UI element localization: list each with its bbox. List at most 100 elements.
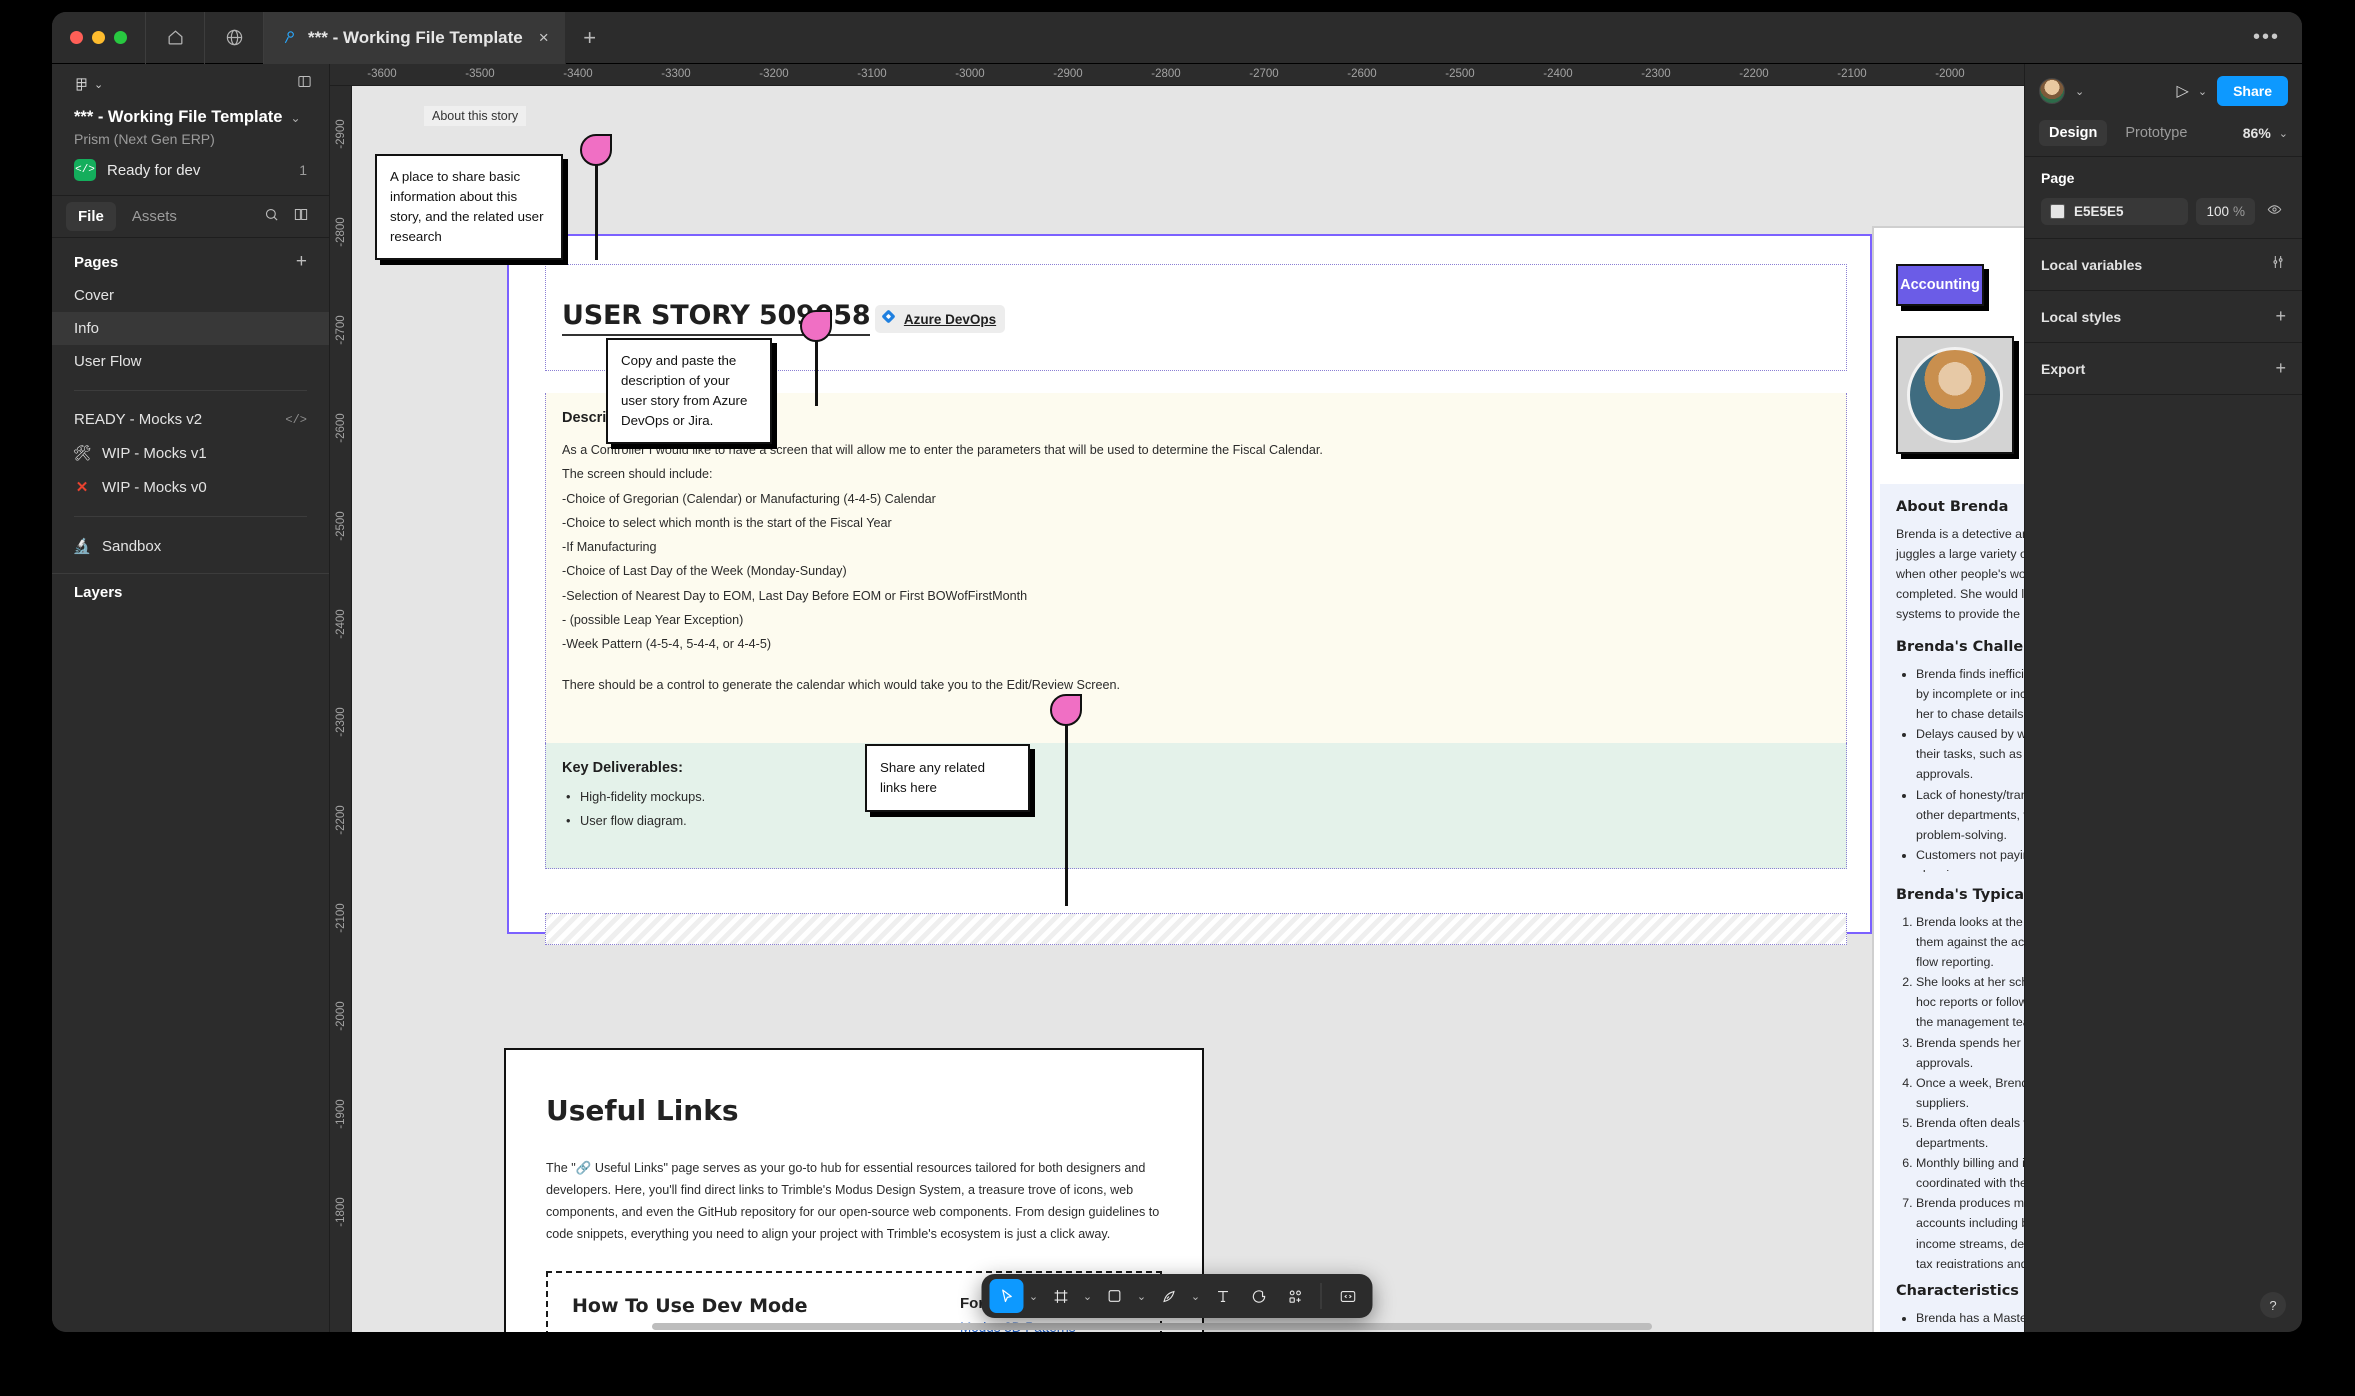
list-item: Brenda has a Master's degree in Accounti…	[1916, 1308, 2024, 1328]
shape-tool-chevron[interactable]: ⌄	[1134, 1279, 1150, 1313]
shape-tool[interactable]	[1098, 1279, 1132, 1313]
local-variables-label: Local variables	[2041, 256, 2143, 273]
frame-persona[interactable]: Accounting About Brenda Brenda is a dete…	[1872, 226, 2024, 1332]
ruler-tick: -2300	[1641, 68, 1671, 80]
actions-tool[interactable]	[1278, 1279, 1312, 1313]
ruler-tick: -2200	[335, 805, 347, 835]
local-variables-row[interactable]: Local variables	[2025, 238, 2302, 290]
tab-design[interactable]: Design	[2039, 120, 2108, 146]
file-title: *** - Working File Template ⌄	[52, 98, 329, 127]
file-tab-label: *** - Working File Template	[308, 27, 523, 47]
sidebar-item-wip-mocks-v0[interactable]: ✕ WIP - Mocks v0	[52, 470, 329, 504]
add-page-button[interactable]: +	[296, 251, 307, 273]
note-useful-links[interactable]: Share any related links here	[865, 744, 1030, 812]
fill-hex-value[interactable]: E5E5E5	[2074, 204, 2124, 219]
ruler-tick: -3500	[465, 68, 495, 80]
fill-swatch-control[interactable]: E5E5E5	[2041, 198, 2189, 225]
tab-assets[interactable]: Assets	[120, 202, 189, 231]
canvas-area[interactable]: -3600 -3500 -3400 -3300 -3200 -3100 -3000 -2900…	[330, 64, 2024, 1332]
minimize-window-button[interactable]	[92, 31, 105, 44]
ready-for-dev-status[interactable]: </> Ready for dev 1	[52, 147, 329, 195]
chevron-down-icon[interactable]: ⌄	[2075, 85, 2084, 98]
sidebar-item-user-flow[interactable]: User Flow	[52, 345, 329, 378]
plus-icon[interactable]: +	[2275, 358, 2286, 379]
note-pin[interactable]	[800, 310, 832, 342]
main-menu-icon[interactable]: ⌄	[74, 76, 103, 93]
toggle-panel-icon[interactable]	[296, 74, 313, 94]
chevron-down-icon[interactable]: ⌄	[2198, 85, 2207, 98]
present-controls[interactable]: ▷ ⌄	[2177, 81, 2208, 101]
move-tool[interactable]	[989, 1279, 1024, 1313]
comment-tool[interactable]	[1242, 1279, 1276, 1313]
frame-label-about-this-story[interactable]: About this story	[424, 106, 527, 126]
ruler-tick: -2600	[1347, 68, 1377, 80]
overflow-menu-icon[interactable]: •••	[2253, 26, 2302, 49]
zoom-level: 86%	[2242, 125, 2271, 141]
tab-file[interactable]: File	[66, 202, 116, 231]
close-window-button[interactable]	[70, 31, 83, 44]
sidebar-item-info[interactable]: Info	[52, 312, 329, 345]
text-tool[interactable]	[1206, 1279, 1240, 1313]
share-button[interactable]: Share	[2217, 76, 2288, 106]
present-icon[interactable]: ▷	[2177, 81, 2189, 101]
sidebar-item-label: User Flow	[74, 353, 142, 370]
sliders-icon[interactable]	[2270, 254, 2286, 275]
new-tab-button[interactable]: +	[566, 12, 614, 64]
note-about-this-story[interactable]: A place to share basic information about…	[375, 154, 563, 260]
opacity-field[interactable]: 100 %	[2196, 198, 2255, 225]
ruler-tick: -3100	[857, 68, 887, 80]
cross-icon: ✕	[75, 479, 89, 496]
avatar	[1907, 347, 2003, 443]
pen-tool[interactable]	[1152, 1279, 1186, 1313]
layers-header: Layers	[74, 584, 123, 601]
role-badge-accounting[interactable]: Accounting	[1896, 264, 1984, 306]
help-button[interactable]: ?	[2260, 1292, 2286, 1318]
dev-mode-tool[interactable]	[1331, 1279, 1365, 1313]
note-description[interactable]: Copy and paste the description of your u…	[606, 338, 772, 444]
window-controls[interactable]	[52, 31, 145, 44]
sidebar-item-wip-mocks-v1[interactable]: 🛠 WIP - Mocks v1	[52, 436, 329, 470]
list-item: Brenda produces monthly management accou…	[1916, 1193, 2024, 1273]
canvas[interactable]: About this story USER STORY 509058 Azure…	[352, 86, 2024, 1332]
description-line: The screen should include:	[562, 467, 713, 482]
library-icon[interactable]	[293, 207, 309, 227]
azure-devops-link[interactable]: Azure DevOps	[874, 305, 1006, 333]
close-icon[interactable]: ×	[539, 28, 549, 48]
opacity-value[interactable]: 100	[2206, 204, 2229, 219]
code-icon: </>	[74, 159, 96, 181]
search-icon[interactable]	[264, 207, 279, 227]
sidebar-item-ready-mocks-v2[interactable]: READY - Mocks v2 </>	[52, 403, 329, 436]
tab-prototype[interactable]: Prototype	[2115, 120, 2197, 146]
avatar[interactable]	[2039, 78, 2065, 104]
list-item: Brenda finds inefficiencies in processes…	[1916, 664, 2024, 724]
local-styles-row[interactable]: Local styles +	[2025, 290, 2302, 342]
list-item: Brenda often deals with queries from oth…	[1916, 1113, 2024, 1153]
sidebar-item-sandbox[interactable]: 🔬 Sandbox	[52, 529, 329, 563]
zoom-control[interactable]: 86% ⌄	[2243, 125, 2288, 141]
note-pin[interactable]	[580, 134, 612, 166]
frame-tool[interactable]	[1044, 1279, 1078, 1313]
sidebar-item-label: WIP - Mocks v1	[102, 444, 207, 462]
list-item: User flow diagram.	[562, 809, 1830, 833]
sidebar-item-cover[interactable]: Cover	[52, 279, 329, 312]
visibility-icon[interactable]	[2263, 202, 2286, 222]
file-tab[interactable]: *** - Working File Template ×	[264, 12, 566, 64]
export-row[interactable]: Export +	[2025, 342, 2302, 394]
chevron-down-icon[interactable]: ⌄	[2279, 127, 2288, 140]
horizontal-scrollbar[interactable]	[652, 1323, 1652, 1330]
note-pin[interactable]	[1050, 694, 1082, 726]
dev-mode-heading: How To Use Dev Mode	[572, 1295, 808, 1318]
home-icon[interactable]	[146, 12, 204, 64]
color-swatch[interactable]	[2050, 204, 2065, 219]
maximize-window-button[interactable]	[114, 31, 127, 44]
pen-tool-chevron[interactable]: ⌄	[1188, 1279, 1204, 1313]
plus-icon[interactable]: +	[2275, 306, 2286, 327]
placeholder-hatched-area[interactable]	[545, 913, 1847, 946]
move-tool-chevron[interactable]: ⌄	[1026, 1279, 1042, 1313]
frame-tool-chevron[interactable]: ⌄	[1080, 1279, 1096, 1313]
globe-icon[interactable]	[205, 12, 263, 64]
pages-header-label: Pages	[74, 253, 119, 271]
chevron-down-icon[interactable]: ⌄	[290, 111, 300, 125]
description-block: Description: As a Controller I would lik…	[545, 393, 1847, 743]
